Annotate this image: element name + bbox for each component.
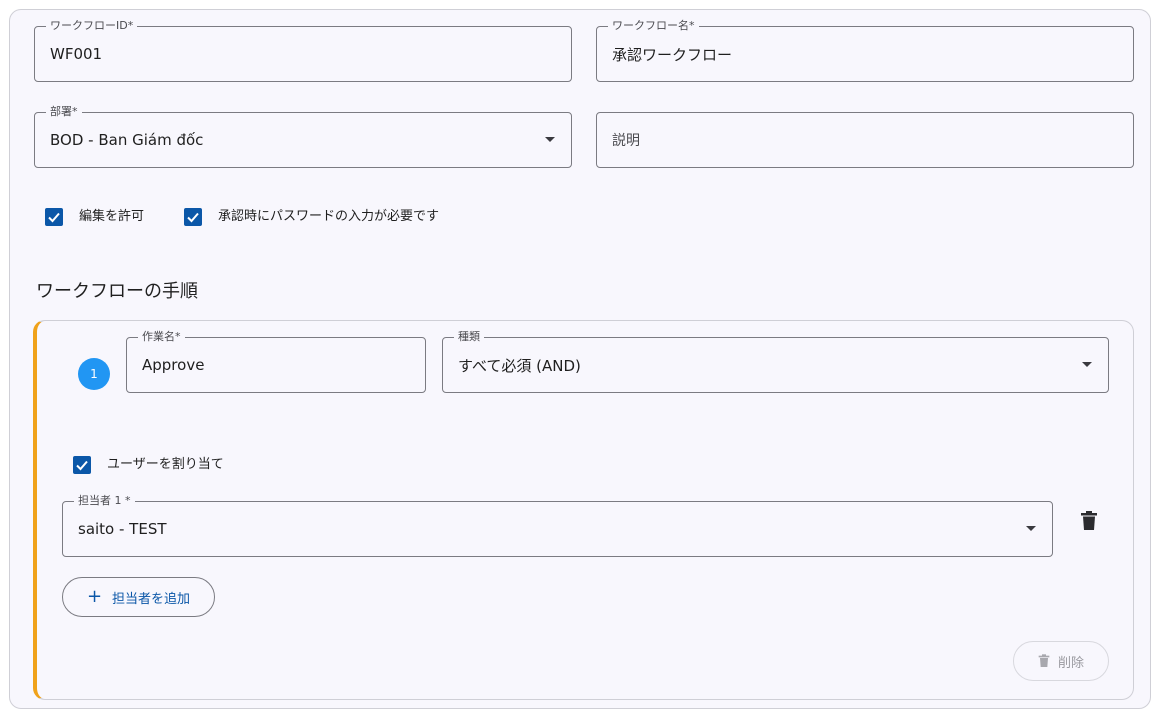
- description-placeholder: 説明: [612, 133, 640, 149]
- allow-edit-checkbox[interactable]: [45, 208, 63, 226]
- add-assignee-button[interactable]: + 担当者を追加: [62, 577, 215, 617]
- department-select[interactable]: 部署* BOD - Ban Giám đốc: [34, 105, 572, 168]
- workflow-id-value: WF001: [50, 45, 103, 63]
- workflow-steps-title: ワークフローの手順: [36, 281, 198, 302]
- allow-edit-label: 編集を許可: [79, 209, 145, 224]
- department-value: BOD - Ban Giám đốc: [50, 131, 204, 149]
- assign-users-checkbox[interactable]: [73, 456, 91, 474]
- check-icon: [187, 212, 199, 223]
- check-icon: [76, 460, 88, 471]
- assign-users-label: ユーザーを割り当て: [107, 457, 224, 472]
- add-assignee-label: 担当者を追加: [112, 591, 191, 607]
- step-type-select[interactable]: 種類 すべて必須 (AND): [442, 330, 1109, 393]
- step-type-value: すべて必須 (AND): [458, 356, 581, 375]
- description-field[interactable]: 説明: [596, 112, 1134, 168]
- trash-icon[interactable]: [1080, 511, 1098, 531]
- workflow-name-field[interactable]: ワークフロー名* 承認ワークフロー: [596, 19, 1134, 82]
- trash-icon: [1038, 654, 1050, 667]
- delete-step-button[interactable]: 削除: [1013, 641, 1109, 681]
- check-icon: [48, 212, 60, 223]
- delete-step-label: 削除: [1057, 655, 1084, 671]
- chevron-down-icon: [1026, 526, 1036, 531]
- task-name-value: Approve: [142, 356, 205, 374]
- plus-icon: +: [86, 586, 103, 607]
- require-password-checkbox[interactable]: [184, 208, 202, 226]
- assignee-value: saito - TEST: [78, 520, 167, 538]
- workflow-name-value: 承認ワークフロー: [612, 45, 733, 64]
- assignee-select[interactable]: 担当者 1 * saito - TEST: [62, 494, 1053, 557]
- step-number-badge: 1: [78, 358, 110, 390]
- chevron-down-icon: [1082, 362, 1092, 367]
- workflow-id-field[interactable]: ワークフローID* WF001: [34, 19, 572, 82]
- chevron-down-icon: [545, 137, 555, 142]
- task-name-field[interactable]: 作業名* Approve: [126, 330, 426, 393]
- require-password-label: 承認時にパスワードの入力が必要です: [218, 209, 440, 224]
